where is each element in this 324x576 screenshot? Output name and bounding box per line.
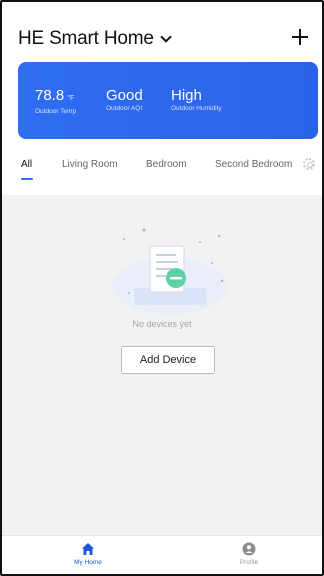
gear-icon[interactable] <box>303 158 315 170</box>
aqi-value: Good <box>106 87 143 104</box>
tab-living-room[interactable]: Living Room <box>62 159 118 170</box>
no-devices-message: No devices yet <box>132 319 192 329</box>
temp-label: Outdoor Temp <box>35 108 77 115</box>
aqi-label: Outdoor AQI <box>106 105 143 112</box>
tab-bedroom[interactable]: Bedroom <box>146 159 187 170</box>
active-tab-indicator <box>21 178 33 180</box>
temp-unit: °F <box>67 95 75 102</box>
nav-my-home[interactable]: My Home <box>58 542 118 566</box>
outdoor-temp: 78.8 °F Outdoor Temp <box>35 87 76 115</box>
bottom-nav: My Home Profile <box>0 535 324 576</box>
add-device-button[interactable]: Add Device <box>121 346 215 374</box>
profile-icon <box>219 542 279 556</box>
nav-my-home-label: My Home <box>74 559 102 566</box>
temp-value: 78.8 <box>35 87 65 104</box>
humidity-label: Outdoor Humidity <box>171 105 222 112</box>
header: HE Smart Home <box>18 28 312 52</box>
tab-all[interactable]: All <box>21 159 32 170</box>
room-tabs: All Living Room Bedroom Second Bedroom <box>0 150 324 184</box>
chevron-down-icon <box>160 31 172 43</box>
nav-profile[interactable]: Profile <box>219 542 279 566</box>
top-area: HE Smart Home 78.8 °F Outdoor Temp Good O… <box>0 0 324 195</box>
outdoor-aqi: Good Outdoor AQI <box>106 87 143 112</box>
humidity-value: High <box>171 87 202 104</box>
home-icon <box>58 542 118 556</box>
home-selector[interactable]: HE Smart Home <box>18 28 172 50</box>
empty-state: No devices yet Add Device <box>0 195 324 535</box>
home-title: HE Smart Home <box>18 28 154 49</box>
tab-second-bedroom[interactable]: Second Bedroom <box>215 159 293 170</box>
nav-profile-label: Profile <box>239 559 259 566</box>
outdoor-humidity: High Outdoor Humidity <box>171 87 222 112</box>
weather-card[interactable]: 78.8 °F Outdoor Temp Good Outdoor AQI Hig… <box>18 62 318 139</box>
add-icon[interactable] <box>288 24 312 50</box>
empty-devices-illustration <box>112 228 228 314</box>
